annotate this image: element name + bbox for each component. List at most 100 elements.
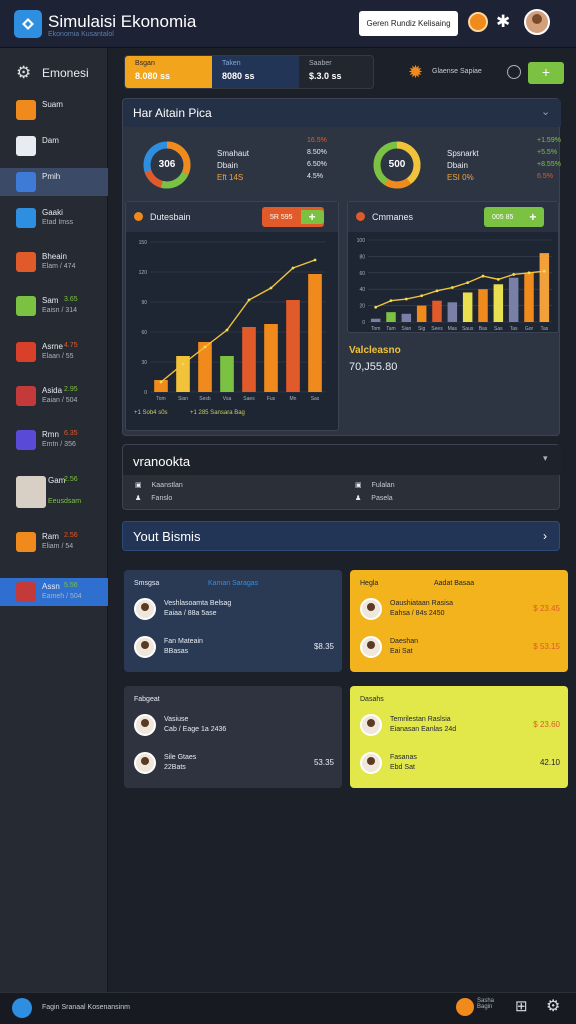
sidebar-item[interactable]: Sam Eaisn / 314 3.65 (0, 292, 108, 320)
plus-icon: + (529, 210, 537, 224)
grid-icon[interactable]: ⊞ (515, 997, 528, 1015)
sidebar-item[interactable]: Gaaki Etad Imss (0, 204, 108, 232)
chart-bar[interactable] (508, 277, 519, 322)
trend-point[interactable] (512, 273, 516, 276)
business-card[interactable]: Fabgeat Vasiuse Cab / Eage 1a 2436 Sile Gta… (124, 686, 342, 788)
list-item[interactable]: Fasanas Ebd Sat 42.10 (360, 752, 560, 780)
trend-point[interactable] (159, 380, 163, 384)
trend-point[interactable] (542, 269, 546, 273)
list-item[interactable]: Vasiuse Cab / Eage 1a 2436 (134, 714, 334, 742)
sidebar-item[interactable]: Asrne Elaan / 55 4.75 (0, 338, 108, 366)
trend-point[interactable] (481, 274, 485, 278)
trend-point[interactable] (313, 258, 317, 262)
chart-action-button[interactable]: 005 85 + (484, 207, 545, 227)
user-avatar[interactable] (524, 9, 550, 35)
announcement-item[interactable]: ♟ Pasela (355, 494, 393, 502)
business-card-subtitle: Aadat Basaa (434, 580, 475, 587)
sidebar-item[interactable]: Suam (0, 96, 108, 124)
trend-point[interactable] (404, 297, 408, 301)
announcement-item[interactable]: ♟ Fanslo (135, 494, 172, 502)
add-button[interactable]: + (528, 62, 564, 84)
trend-point[interactable] (203, 345, 207, 349)
announcement-item[interactable]: ▣ Fulalan (355, 481, 395, 489)
business-card[interactable]: Dasahs Temrilestan Raslsia Eianasan Eanlas… (350, 686, 568, 788)
list-item[interactable]: Daeshan Eai Sat $ 53.15 (360, 636, 560, 664)
app-logo-icon[interactable] (14, 10, 42, 38)
stat-tile[interactable]: Saaber $.3.0 ss (299, 56, 373, 88)
sidebar-item[interactable]: Pmih (0, 168, 108, 196)
sidebar-header[interactable]: ⚙ Emonesi (0, 58, 108, 88)
list-item[interactable]: Oaushiataan Rasisa Eahsa / 84s 2450 $ 23.4… (360, 598, 560, 626)
y-tick-label: 0 (144, 390, 147, 396)
chevron-down-icon[interactable]: ⌄ (541, 105, 550, 118)
trend-point[interactable] (269, 286, 273, 290)
sidebar-header-label: Emonesi (42, 66, 89, 80)
trend-point[interactable] (450, 286, 454, 289)
stat-tile[interactable]: Taken 8080 ss (212, 56, 299, 88)
avatar (134, 636, 156, 658)
sidebar-item[interactable]: Bheain Elam / 474 (0, 248, 108, 276)
chart-bar[interactable] (416, 305, 427, 322)
sidebar-item-icon (16, 296, 36, 316)
chart-bar[interactable] (524, 272, 534, 322)
sidebar-item[interactable]: Asida Eaian / 504 2.95 (0, 382, 108, 410)
chart-bar[interactable] (242, 327, 256, 392)
chart-bar[interactable] (539, 253, 550, 322)
coin-icon[interactable] (456, 998, 474, 1016)
settings-gear-icon[interactable]: ✱ (496, 12, 510, 32)
business-card[interactable]: Smsgsa Kaman Saragas Veshlasoamta Belsag Ea… (124, 570, 342, 672)
sidebar-item[interactable]: Gam Eeusdsam 2.56 (0, 472, 108, 512)
trend-point[interactable] (527, 271, 531, 275)
stat-label: Taken (222, 60, 241, 67)
trend-point[interactable] (225, 328, 229, 332)
chart-bar[interactable] (220, 356, 234, 392)
chart-bar[interactable] (432, 300, 442, 322)
avatar (134, 752, 156, 774)
business-header[interactable]: Yout Bismis › (122, 521, 560, 551)
top-action-button[interactable]: Geren Rundiz Kelisaing (359, 11, 458, 36)
chart-bar[interactable] (264, 324, 278, 392)
list-item[interactable]: Temrilestan Raslsia Eianasan Eanlas 24d $ … (360, 714, 560, 742)
list-item[interactable]: Fan Mateain BBasas $8.35 (134, 636, 334, 664)
chart-action-button[interactable]: 5R 595 + (262, 207, 324, 227)
item-name: Fasanas (390, 754, 417, 761)
announcement-item[interactable]: ▣ Kaanstlan (135, 481, 183, 489)
trend-point[interactable] (389, 299, 393, 303)
chart-bar[interactable] (386, 312, 396, 322)
settings-gear-icon[interactable]: ⚙ (546, 996, 560, 1016)
donut-label: Spsnarkt (447, 149, 479, 158)
chart-button-label: 005 85 (492, 213, 514, 221)
sidebar-item[interactable]: Ram Eliam / 54 2.56 (0, 528, 108, 556)
chart-bar[interactable] (401, 313, 412, 322)
trend-point[interactable] (181, 362, 185, 366)
info-circle-icon[interactable] (507, 65, 521, 79)
chart-bar[interactable] (198, 342, 212, 392)
trend-point[interactable] (247, 298, 251, 302)
chart-bar[interactable] (462, 292, 473, 322)
list-item[interactable]: Sile Gtaes 22Bats 53.35 (134, 752, 334, 780)
chart-bar[interactable] (493, 284, 504, 322)
coin-icon[interactable] (468, 12, 488, 32)
sidebar-item[interactable]: Dam (0, 132, 108, 160)
trend-point[interactable] (374, 305, 378, 309)
chart-bar[interactable] (478, 289, 488, 322)
stat-tile[interactable]: Bsgan 8.080 ss (125, 56, 212, 88)
chart-bar[interactable] (286, 300, 300, 392)
list-item[interactable]: Veshlasoamta Belsag Eaiaa / 88a 5ase (134, 598, 334, 626)
chevron-right-icon[interactable]: › (543, 529, 547, 543)
trend-point[interactable] (496, 277, 500, 281)
chart-bar[interactable] (308, 274, 322, 392)
business-card[interactable]: Hegla Aadat Basaa Oaushiataan Rasisa Eahsa … (350, 570, 568, 672)
app-logo-small-icon[interactable] (12, 998, 32, 1018)
chart-bar[interactable] (370, 318, 381, 322)
chart-bar[interactable] (447, 302, 458, 322)
sidebar-item[interactable]: Rmn Emtn / 356 6.35 (0, 426, 108, 454)
trend-point[interactable] (291, 266, 295, 270)
chevron-down-icon[interactable]: ▾ (543, 453, 548, 464)
trend-point[interactable] (420, 294, 424, 298)
sidebar-item[interactable]: Assn Eameh / 504 5.56 (0, 578, 108, 606)
x-tick-label: Saus (462, 326, 474, 332)
trend-point[interactable] (435, 289, 439, 293)
chart-bar[interactable] (176, 356, 190, 392)
trend-point[interactable] (466, 281, 470, 285)
